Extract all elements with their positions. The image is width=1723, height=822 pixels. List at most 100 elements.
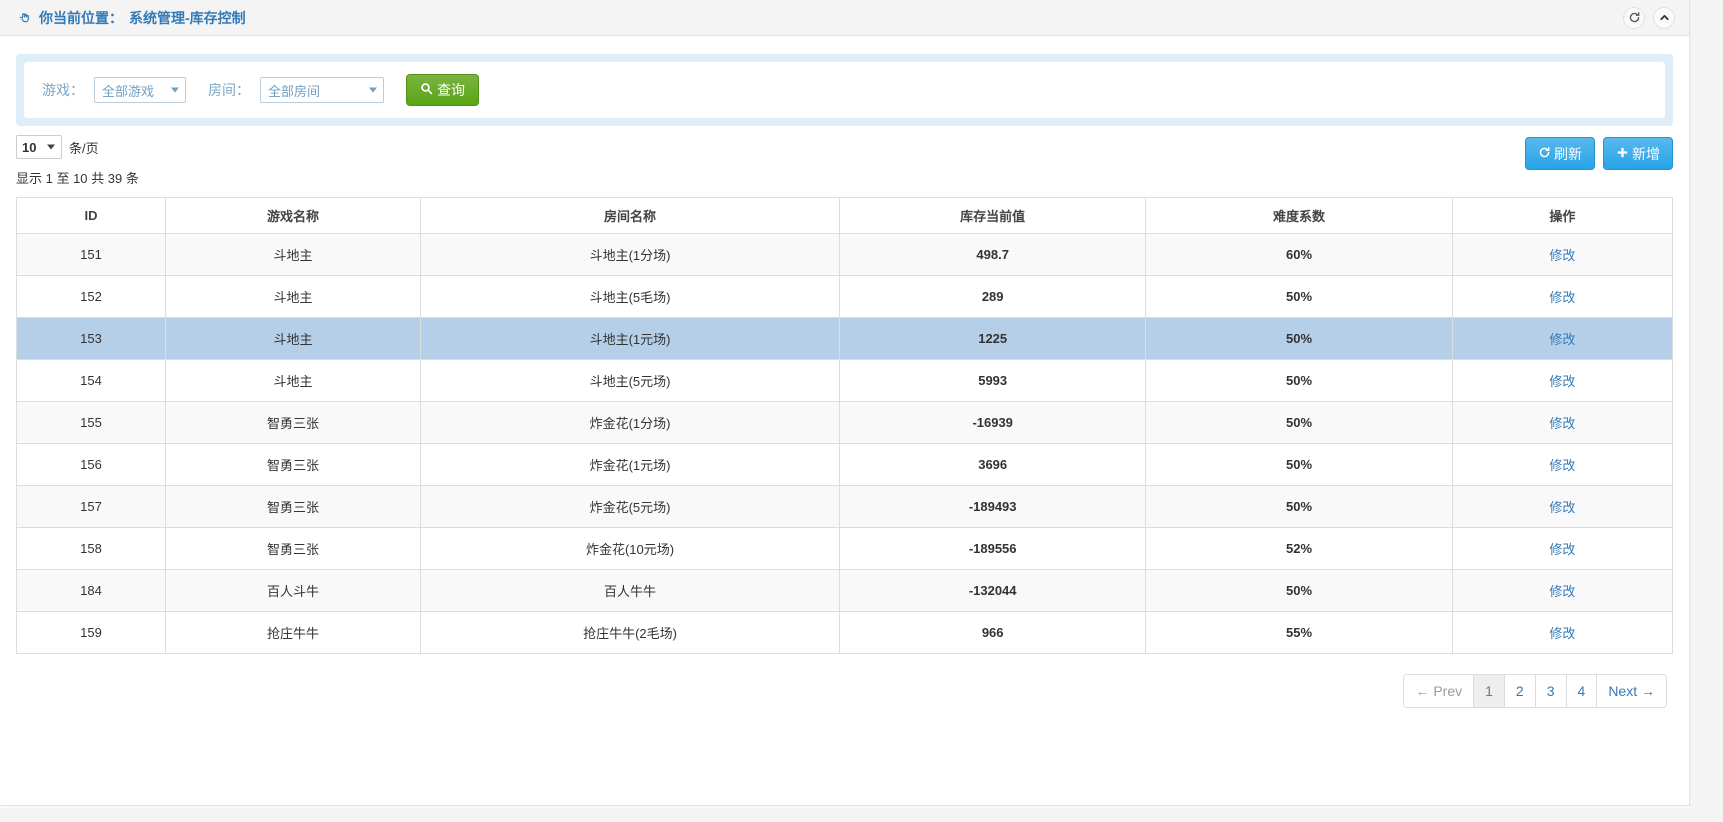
inventory-table: ID 游戏名称 房间名称 库存当前值 难度系数 操作 151 斗地主 斗地主(1分场… [15, 197, 1674, 654]
row-room-name: 抢庄牛牛(2毛场) [420, 611, 840, 654]
row-id: 154 [15, 359, 167, 402]
table-row[interactable]: 153 斗地主 斗地主(1元场) 1225 50% 修改 [15, 317, 1674, 360]
page-size-select[interactable]: 10 [16, 135, 62, 159]
column-header-room: 房间名称 [420, 197, 840, 234]
edit-link[interactable]: 修改 [1549, 500, 1575, 515]
header-tools [1623, 6, 1675, 29]
panel-header: 你当前位置： 系统管理-库存控制 [0, 0, 1689, 36]
refresh-button-label: 刷新 [1554, 145, 1582, 162]
row-stock-value: 966 [838, 611, 1147, 654]
edit-link[interactable]: 修改 [1549, 626, 1575, 641]
add-button-label: 新增 [1632, 145, 1660, 162]
pagination-prev: ← Prev [1404, 675, 1475, 707]
row-id: 156 [15, 443, 167, 486]
table-row[interactable]: 152 斗地主 斗地主(5毛场) 289 50% 修改 [15, 275, 1674, 318]
toolbar-right: 刷新 新增 [1525, 135, 1673, 170]
room-filter-select[interactable]: 全部房间 [260, 77, 384, 103]
column-header-id: ID [15, 197, 167, 234]
row-game-name: 百人斗牛 [165, 569, 422, 612]
breadcrumb-prefix: 你当前位置： [39, 9, 123, 26]
edit-link[interactable]: 修改 [1549, 332, 1575, 347]
row-id: 152 [15, 275, 167, 318]
row-room-name: 炸金花(5元场) [420, 485, 840, 528]
pointing-hand-icon [18, 10, 33, 25]
edit-link[interactable]: 修改 [1549, 416, 1575, 431]
query-button[interactable]: 查询 [406, 74, 479, 106]
chevron-down-icon [171, 87, 179, 93]
row-action-cell: 修改 [1451, 275, 1674, 318]
table-row[interactable]: 151 斗地主 斗地主(1分场) 498.7 60% 修改 [15, 233, 1674, 276]
page-root: 你当前位置： 系统管理-库存控制 游戏： 全部游戏 房间： 全部房间 查询 10… [0, 0, 1723, 822]
page-size-row: 10 条/页 [16, 135, 139, 159]
row-id: 153 [15, 317, 167, 360]
row-room-name: 斗地主(5毛场) [420, 275, 840, 318]
panel-collapse-button[interactable] [1653, 6, 1675, 29]
panel-body: 游戏： 全部游戏 房间： 全部房间 查询 10 条/页 显示 1 至 10 共 … [0, 36, 1689, 708]
row-action-cell: 修改 [1451, 611, 1674, 654]
table-row[interactable]: 154 斗地主 斗地主(5元场) 5993 50% 修改 [15, 359, 1674, 402]
room-filter-label: 房间： [208, 82, 250, 98]
table-row[interactable]: 158 智勇三张 炸金花(10元场) -189556 52% 修改 [15, 527, 1674, 570]
pagination-page-3[interactable]: 3 [1535, 675, 1567, 707]
row-room-name: 炸金花(1元场) [420, 443, 840, 486]
breadcrumb-path: 系统管理-库存控制 [129, 9, 246, 26]
row-difficulty: 50% [1145, 401, 1453, 444]
table-row[interactable]: 155 智勇三张 炸金花(1分场) -16939 50% 修改 [15, 401, 1674, 444]
game-filter-select[interactable]: 全部游戏 [94, 77, 186, 103]
row-stock-value: 289 [838, 275, 1147, 318]
page-size-value: 10 [22, 139, 37, 155]
edit-link[interactable]: 修改 [1549, 458, 1575, 473]
row-id: 155 [15, 401, 167, 444]
pagination: ← Prev 1 2 3 4 Next → [1403, 674, 1667, 708]
edit-link[interactable]: 修改 [1549, 290, 1575, 305]
table-row[interactable]: 156 智勇三张 炸金花(1元场) 3696 50% 修改 [15, 443, 1674, 486]
edit-link[interactable]: 修改 [1549, 374, 1575, 389]
row-stock-value: -189493 [838, 485, 1147, 528]
row-difficulty: 50% [1145, 275, 1453, 318]
row-game-name: 智勇三张 [165, 401, 422, 444]
column-header-action: 操作 [1451, 197, 1674, 234]
search-icon [420, 82, 433, 98]
pagination-wrap: ← Prev 1 2 3 4 Next → [16, 674, 1673, 708]
row-difficulty: 52% [1145, 527, 1453, 570]
refresh-button[interactable]: 刷新 [1525, 137, 1595, 170]
pagination-page-4[interactable]: 4 [1566, 675, 1598, 707]
row-game-name: 斗地主 [165, 233, 422, 276]
row-game-name: 抢庄牛牛 [165, 611, 422, 654]
row-action-cell: 修改 [1451, 317, 1674, 360]
row-action-cell: 修改 [1451, 527, 1674, 570]
row-stock-value: -16939 [838, 401, 1147, 444]
row-action-cell: 修改 [1451, 569, 1674, 612]
row-difficulty: 50% [1145, 569, 1453, 612]
row-difficulty: 50% [1145, 317, 1453, 360]
row-action-cell: 修改 [1451, 359, 1674, 402]
breadcrumb: 你当前位置： 系统管理-库存控制 [18, 8, 246, 28]
query-button-label: 查询 [437, 82, 465, 98]
row-game-name: 智勇三张 [165, 527, 422, 570]
row-action-cell: 修改 [1451, 401, 1674, 444]
edit-link[interactable]: 修改 [1549, 542, 1575, 557]
game-filter-value: 全部游戏 [102, 83, 155, 99]
row-action-cell: 修改 [1451, 233, 1674, 276]
row-id: 151 [15, 233, 167, 276]
row-room-name: 斗地主(5元场) [420, 359, 840, 402]
edit-link[interactable]: 修改 [1549, 584, 1575, 599]
table-row[interactable]: 157 智勇三张 炸金花(5元场) -189493 50% 修改 [15, 485, 1674, 528]
row-room-name: 斗地主(1元场) [420, 317, 840, 360]
row-room-name: 炸金花(1分场) [420, 401, 840, 444]
add-button[interactable]: 新增 [1603, 137, 1673, 170]
table-row[interactable]: 184 百人斗牛 百人牛牛 -132044 50% 修改 [15, 569, 1674, 612]
row-game-name: 智勇三张 [165, 485, 422, 528]
panel-refresh-button[interactable] [1623, 6, 1645, 29]
row-stock-value: 498.7 [838, 233, 1147, 276]
pagination-next[interactable]: Next → [1597, 675, 1666, 707]
row-difficulty: 55% [1145, 611, 1453, 654]
table-row[interactable]: 159 抢庄牛牛 抢庄牛牛(2毛场) 966 55% 修改 [15, 611, 1674, 654]
row-stock-value: 1225 [838, 317, 1147, 360]
edit-link[interactable]: 修改 [1549, 248, 1575, 263]
row-difficulty: 50% [1145, 485, 1453, 528]
column-header-stock: 库存当前值 [838, 197, 1147, 234]
pagination-page-2[interactable]: 2 [1504, 675, 1536, 707]
chevron-down-icon [47, 144, 55, 150]
content-panel: 你当前位置： 系统管理-库存控制 游戏： 全部游戏 房间： 全部房间 查询 10… [0, 0, 1690, 806]
